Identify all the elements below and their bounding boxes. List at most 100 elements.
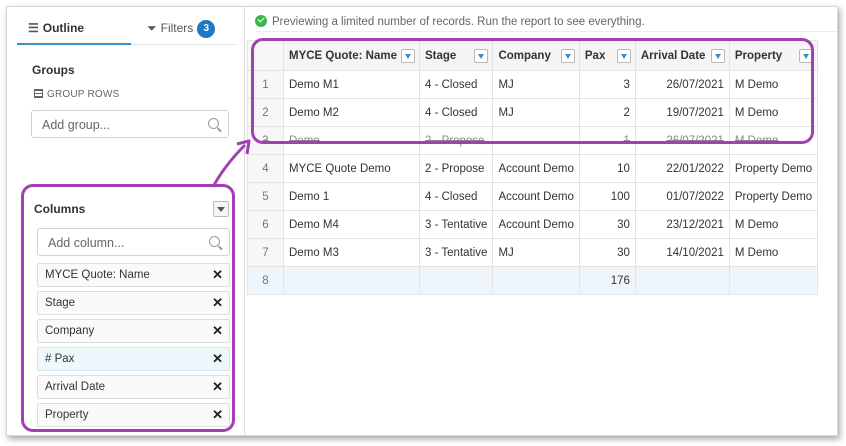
cell-pax[interactable]: 3 xyxy=(578,70,636,99)
list-icon: ☰ xyxy=(28,21,39,35)
column-item[interactable]: Stage ✕ xyxy=(37,291,230,315)
cell-property[interactable]: Property Demo xyxy=(728,182,819,211)
cell-name[interactable]: Demo M4 xyxy=(283,210,420,239)
cell-pax[interactable]: 2 xyxy=(578,98,636,127)
cell-property[interactable]: M Demo xyxy=(728,98,819,127)
chevron-down-icon[interactable] xyxy=(474,49,489,63)
column-header-label: Stage xyxy=(425,49,457,62)
chevron-down-icon[interactable] xyxy=(710,49,725,63)
groups-title: Groups xyxy=(32,63,75,77)
chevron-down-icon[interactable] xyxy=(799,49,814,63)
table-row: 3 Demo 2 - Propose 1 26/07/2021 M Demo xyxy=(247,126,819,155)
close-icon[interactable]: ✕ xyxy=(212,264,223,286)
cell-company[interactable]: MJ xyxy=(492,238,580,267)
row-number: 7 xyxy=(247,238,284,267)
column-header[interactable]: Stage xyxy=(418,40,494,71)
column-item[interactable]: Arrival Date ✕ xyxy=(37,375,230,399)
row-number: 5 xyxy=(247,182,284,211)
column-item-label: # Pax xyxy=(45,353,75,365)
add-group-field[interactable] xyxy=(31,110,229,138)
column-header[interactable]: Pax xyxy=(578,40,636,71)
cell-pax[interactable]: 1 xyxy=(578,126,636,155)
chevron-down-icon[interactable] xyxy=(616,49,631,63)
column-item[interactable]: Property ✕ xyxy=(37,403,230,427)
column-list: MYCE Quote: Name ✕ Stage ✕ Company ✕ # Pax ✕… xyxy=(37,263,230,431)
cell-company[interactable]: Account Demo xyxy=(492,182,580,211)
cell-company[interactable]: Account Demo xyxy=(492,154,580,183)
cell-stage[interactable]: 3 - Tentative xyxy=(418,210,494,239)
cell-arrival-date[interactable]: 26/07/2021 xyxy=(634,70,730,99)
cell-property[interactable]: M Demo xyxy=(728,210,819,239)
group-rows-label: GROUP ROWS xyxy=(34,89,119,100)
tab-filters[interactable]: ⏷ Filters 3 xyxy=(141,13,237,45)
preview-table: MYCE Quote: Name Stage Company Pax Arriv… xyxy=(247,40,819,295)
cell-arrival-date[interactable]: 14/10/2021 xyxy=(634,238,730,267)
close-icon[interactable]: ✕ xyxy=(212,320,223,342)
column-item-label: Property xyxy=(45,409,89,421)
search-icon xyxy=(209,236,220,247)
cell-arrival-date[interactable]: 19/07/2021 xyxy=(634,98,730,127)
cell-company[interactable]: MJ xyxy=(492,70,580,99)
close-icon[interactable]: ✕ xyxy=(212,376,223,398)
table-row: 5 Demo 1 4 - Closed Account Demo 100 01/… xyxy=(247,182,819,211)
preview-notice-text: Previewing a limited number of records. … xyxy=(272,16,645,28)
columns-menu-button[interactable] xyxy=(213,201,229,217)
column-item[interactable]: # Pax ✕ xyxy=(37,347,230,371)
cell-property[interactable]: M Demo xyxy=(728,126,819,155)
cell-stage[interactable]: 4 - Closed xyxy=(418,98,494,127)
cell-name[interactable]: MYCE Quote Demo xyxy=(283,154,420,183)
cell-property[interactable]: Property Demo xyxy=(728,154,819,183)
column-item[interactable]: Company ✕ xyxy=(37,319,230,343)
cell-pax[interactable]: 30 xyxy=(578,210,636,239)
cell-name[interactable]: Demo M3 xyxy=(283,238,420,267)
cell-stage[interactable]: 2 - Propose xyxy=(418,154,494,183)
cell-company[interactable]: MJ xyxy=(492,98,580,127)
cell-name[interactable]: Demo M2 xyxy=(283,98,420,127)
add-group-input[interactable] xyxy=(42,116,192,133)
cell-property[interactable]: M Demo xyxy=(728,70,819,99)
column-header-label: Company xyxy=(498,49,551,62)
column-header[interactable]: MYCE Quote: Name xyxy=(283,40,420,71)
column-item-label: Arrival Date xyxy=(45,381,106,393)
cell-stage[interactable]: 4 - Closed xyxy=(418,182,494,211)
add-column-field[interactable] xyxy=(37,228,230,256)
close-icon[interactable]: ✕ xyxy=(212,292,223,314)
cell-arrival-date[interactable]: 01/07/2022 xyxy=(634,182,730,211)
column-header-label: Arrival Date xyxy=(640,49,706,62)
cell-stage[interactable]: 4 - Closed xyxy=(418,70,494,99)
filter-icon: ⏷ xyxy=(147,21,157,35)
cell-empty xyxy=(634,266,730,295)
cell-company[interactable]: Account Demo xyxy=(492,210,580,239)
cell-arrival-date[interactable]: 26/07/2021 xyxy=(634,126,730,155)
cell-pax[interactable]: 10 xyxy=(578,154,636,183)
column-header[interactable]: Company xyxy=(492,40,580,71)
chevron-down-icon[interactable] xyxy=(401,49,415,63)
close-icon[interactable]: ✕ xyxy=(212,404,223,426)
column-header-label: MYCE Quote: Name xyxy=(289,49,397,62)
cell-name[interactable]: Demo M1 xyxy=(283,70,420,99)
cell-pax[interactable]: 30 xyxy=(578,238,636,267)
column-item[interactable]: MYCE Quote: Name ✕ xyxy=(37,263,230,287)
chevron-down-icon[interactable] xyxy=(560,49,575,63)
column-header-label: Property xyxy=(734,49,783,62)
close-icon[interactable]: ✕ xyxy=(212,348,223,370)
column-header-label: Pax xyxy=(584,49,606,62)
cell-empty xyxy=(283,266,420,295)
cell-arrival-date[interactable]: 22/01/2022 xyxy=(634,154,730,183)
cell-arrival-date[interactable]: 23/12/2021 xyxy=(634,210,730,239)
cell-stage[interactable]: 2 - Propose xyxy=(418,126,494,155)
cell-name[interactable]: Demo xyxy=(283,126,420,155)
add-column-input[interactable] xyxy=(48,234,198,251)
table-row: 4 MYCE Quote Demo 2 - Propose Account De… xyxy=(247,154,819,183)
cell-name[interactable]: Demo 1 xyxy=(283,182,420,211)
cell-property[interactable]: M Demo xyxy=(728,238,819,267)
table-row: 7 Demo M3 3 - Tentative MJ 30 14/10/2021… xyxy=(247,238,819,267)
column-item-label: Stage xyxy=(45,297,76,309)
cell-stage[interactable]: 3 - Tentative xyxy=(418,238,494,267)
cell-company[interactable] xyxy=(492,126,580,155)
tab-outline[interactable]: ☰ Outline xyxy=(17,13,131,45)
cell-empty xyxy=(492,266,580,295)
column-header[interactable]: Property xyxy=(728,40,819,71)
column-header[interactable]: Arrival Date xyxy=(634,40,730,71)
cell-pax[interactable]: 100 xyxy=(578,182,636,211)
